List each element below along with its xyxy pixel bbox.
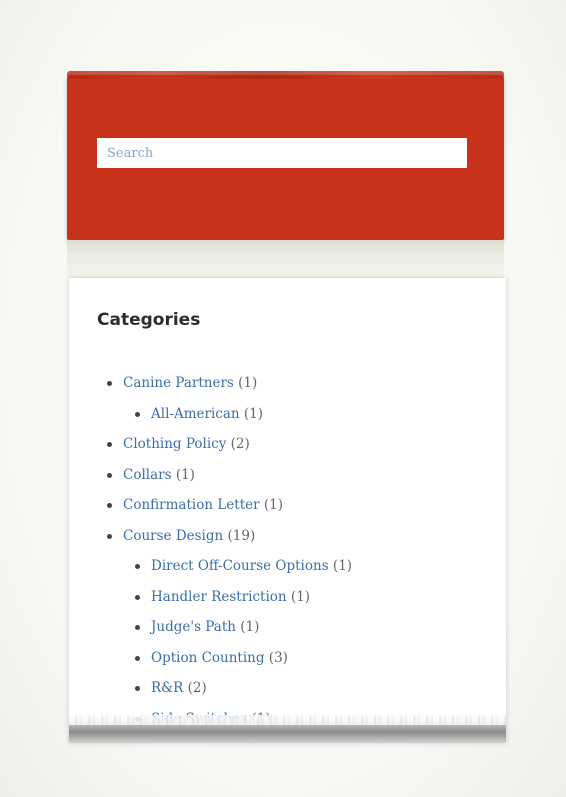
category-link-handler-restriction[interactable]: Handler Restriction <box>151 589 287 605</box>
category-item: All-American (1) <box>135 399 352 430</box>
category-count: (19) <box>227 527 256 544</box>
category-link-all-american[interactable]: All-American <box>151 406 240 422</box>
category-link-course-design[interactable]: Course Design <box>123 528 223 544</box>
search-widget <box>67 71 504 240</box>
category-link-direct-off-course-options[interactable]: Direct Off-Course Options <box>151 558 329 574</box>
category-item: Handler Restriction (1) <box>135 582 352 613</box>
category-link-canine-partners[interactable]: Canine Partners <box>123 375 234 391</box>
category-item: Clothing Policy (2) <box>107 429 352 460</box>
category-count: (1) <box>238 375 258 391</box>
category-item: R&R (2) <box>135 673 352 704</box>
torn-edge <box>69 715 506 743</box>
category-link-option-counting[interactable]: Option Counting <box>151 650 265 666</box>
category-link-clothing-policy[interactable]: Clothing Policy <box>123 436 226 452</box>
page: Categories Canine Partners (1) All-Ameri… <box>0 0 566 797</box>
category-link-judges-path[interactable]: Judge's Path <box>151 619 236 635</box>
category-count: (2) <box>187 680 207 696</box>
category-link-collars[interactable]: Collars <box>123 467 172 483</box>
category-count: (1) <box>290 588 311 605</box>
category-link-r-and-r[interactable]: R&R <box>151 680 183 696</box>
widget-divider <box>67 240 504 278</box>
category-item: Direct Off-Course Options (1) <box>135 551 352 582</box>
category-count: (3) <box>268 649 288 666</box>
category-count: (1) <box>240 619 260 635</box>
search-input[interactable] <box>97 138 467 168</box>
category-item: Course Design (19) <box>107 521 352 552</box>
category-count: (1) <box>243 405 263 422</box>
category-count: (1) <box>263 497 283 513</box>
category-item: Canine Partners (1) <box>107 368 352 399</box>
category-count: (1) <box>332 558 353 574</box>
category-count: (2) <box>230 436 250 452</box>
category-link-confirmation-letter[interactable]: Confirmation Letter <box>123 497 260 513</box>
categories-title: Categories <box>97 310 201 330</box>
categories-widget: Categories Canine Partners (1) All-Ameri… <box>69 278 506 743</box>
category-list: Canine Partners (1) All-American (1) Clo… <box>107 368 352 734</box>
category-item: Confirmation Letter (1) <box>107 490 352 521</box>
category-item: Collars (1) <box>107 460 352 491</box>
category-item: Option Counting (3) <box>135 643 352 674</box>
category-item: Judge's Path (1) <box>135 612 352 643</box>
category-count: (1) <box>175 466 195 483</box>
